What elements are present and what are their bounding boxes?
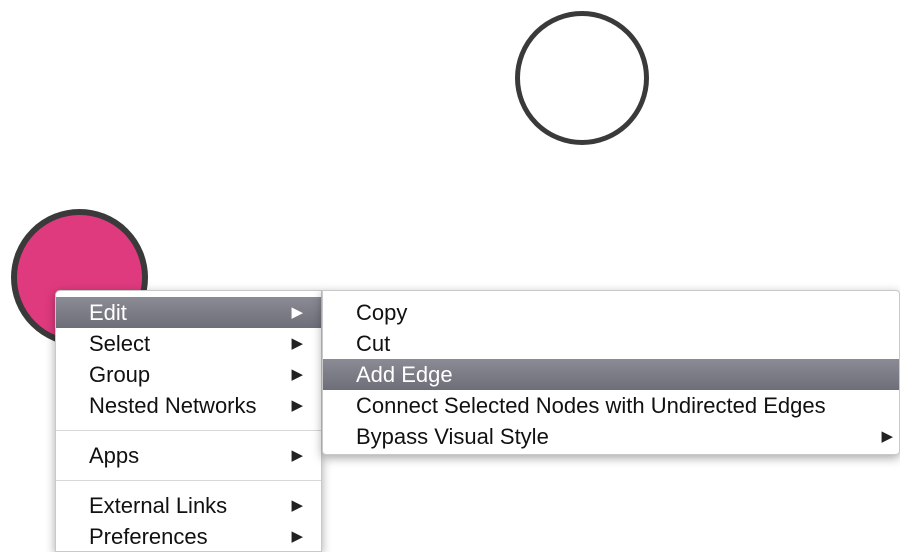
submenu-item-cut[interactable]: Cut [323,328,899,359]
menu-item-preferences[interactable]: Preferences ▶ [56,521,321,552]
menu-item-apps[interactable]: Apps ▶ [56,440,321,471]
context-menu: Edit ▶ Select ▶ Group ▶ Nested Networks … [55,290,322,552]
submenu-arrow-icon: ▶ [291,397,303,414]
menu-item-label: Add Edge [356,362,453,387]
menu-item-edit[interactable]: Edit ▶ [56,297,321,328]
menu-separator [56,480,321,481]
menu-item-label: Cut [356,331,391,356]
menu-item-nested-networks[interactable]: Nested Networks ▶ [56,390,321,421]
submenu-item-copy[interactable]: Copy [323,297,899,328]
submenu-arrow-icon: ▶ [291,366,303,383]
submenu-arrow-icon: ▶ [291,304,303,321]
submenu-arrow-icon: ▶ [291,447,303,464]
menu-item-label: Connect Selected Nodes with Undirected E… [356,393,826,418]
menu-separator [56,430,321,431]
menu-item-label: Apps [89,443,140,468]
submenu-arrow-icon: ▶ [291,335,303,352]
menu-item-select[interactable]: Select ▶ [56,328,321,359]
menu-item-label: Select [89,331,151,356]
menu-item-group[interactable]: Group ▶ [56,359,321,390]
menu-item-external-links[interactable]: External Links ▶ [56,490,321,521]
network-canvas[interactable]: Edit ▶ Select ▶ Group ▶ Nested Networks … [0,0,900,552]
menu-item-label: Preferences [89,524,208,549]
network-node-unselected[interactable] [515,11,649,145]
edit-submenu: Copy Cut Add Edge Connect Selected Nodes… [322,290,900,455]
menu-item-label: Nested Networks [89,393,257,418]
submenu-arrow-icon: ▶ [291,528,303,545]
submenu-item-add-edge[interactable]: Add Edge [323,359,899,390]
submenu-item-connect-undirected[interactable]: Connect Selected Nodes with Undirected E… [323,390,899,421]
submenu-arrow-icon: ▶ [881,428,893,445]
menu-item-label: Copy [356,300,408,325]
submenu-arrow-icon: ▶ [291,497,303,514]
submenu-item-bypass-visual-style[interactable]: Bypass Visual Style ▶ [323,421,899,452]
menu-item-label: Group [89,362,151,387]
menu-item-label: External Links [89,493,228,518]
menu-item-label: Bypass Visual Style [356,424,549,449]
menu-item-label: Edit [89,300,127,325]
